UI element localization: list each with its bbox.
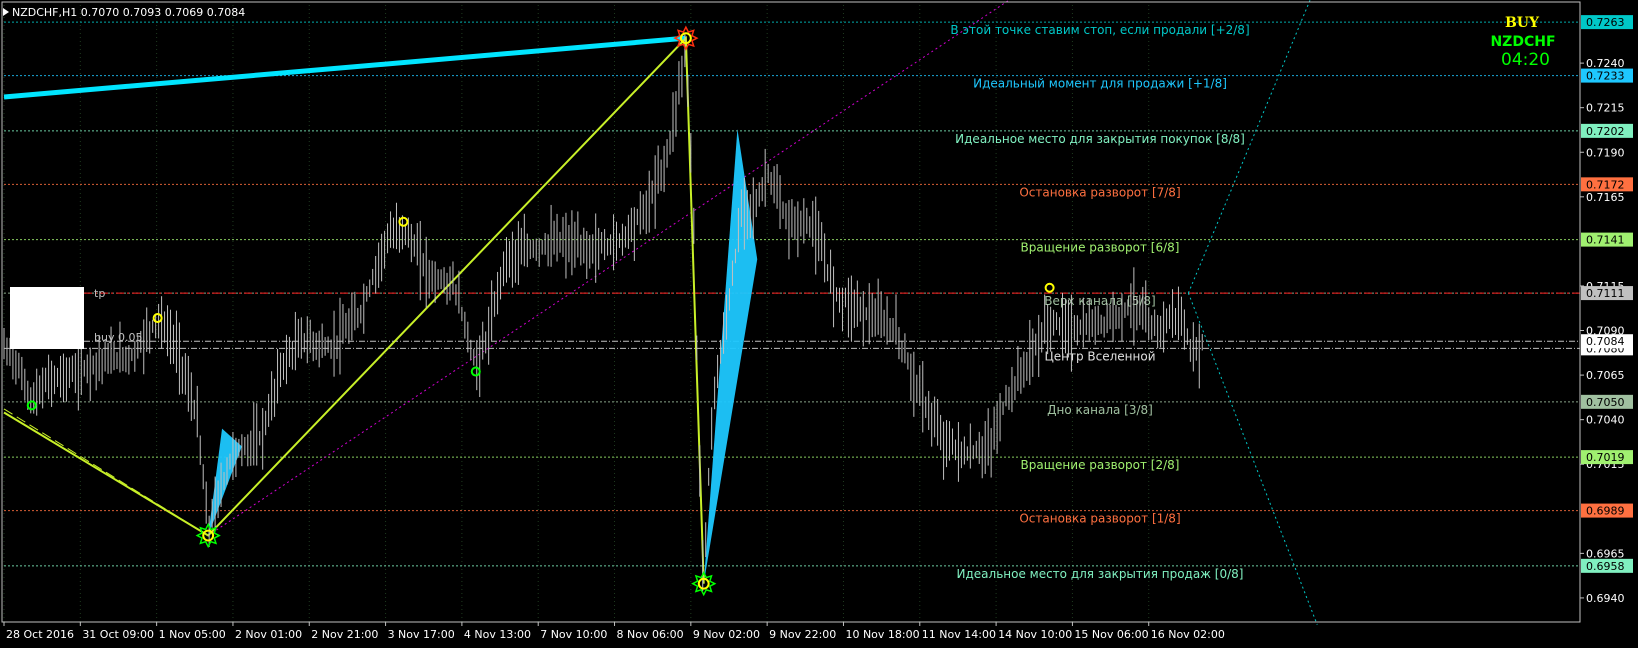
- price-tag-label: 0.7233: [1586, 70, 1625, 83]
- price-tag-label: 0.7263: [1586, 16, 1625, 29]
- y-tick-label: 0.7215: [1586, 102, 1625, 115]
- chart-title: NZDCHF,H1 0.7070 0.7093 0.7069 0.7084: [12, 6, 245, 19]
- murrey-level-text: Вращение разворот [6/8]: [1021, 241, 1180, 255]
- x-tick-label: 9 Nov 02:00: [693, 628, 760, 641]
- x-tick-label: 10 Nov 18:00: [845, 628, 919, 641]
- x-tick-label: 3 Nov 17:00: [388, 628, 455, 641]
- x-tick-label: 9 Nov 22:00: [769, 628, 836, 641]
- x-tick-label: 8 Nov 06:00: [617, 628, 684, 641]
- y-tick-label: 0.7240: [1586, 57, 1625, 70]
- x-tick-label: 7 Nov 10:00: [540, 628, 607, 641]
- signal-timer: 04:20: [1501, 50, 1550, 70]
- signal-action: BUY: [1505, 15, 1540, 31]
- x-tick-label: 16 Nov 02:00: [1151, 628, 1225, 641]
- signal-symbol: NZDCHF: [1490, 34, 1555, 50]
- x-tick-label: 11 Nov 14:00: [922, 628, 996, 641]
- price-tag-label: 0.7141: [1586, 234, 1625, 247]
- x-tick-label: 14 Nov 10:00: [998, 628, 1072, 641]
- murrey-level-text: Дно канала [3/8]: [1047, 403, 1153, 417]
- price-tag-label: 0.7172: [1586, 178, 1625, 191]
- murrey-level-text: Вращение разворот [2/8]: [1021, 458, 1180, 472]
- x-tick-label: 1 Nov 05:00: [159, 628, 226, 641]
- murrey-level-text: Идеальный момент для продажи [+1/8]: [973, 77, 1227, 91]
- x-tick-label: 28 Oct 2016: [6, 628, 74, 641]
- trade-panel-box: [10, 287, 84, 349]
- price-tag-label: 0.6958: [1586, 560, 1625, 573]
- y-tick-label: 0.6965: [1586, 547, 1625, 560]
- y-tick-label: 0.6940: [1586, 592, 1625, 605]
- murrey-level-text: Остановка разворот [1/8]: [1019, 512, 1180, 526]
- y-tick-label: 0.7165: [1586, 191, 1625, 204]
- x-tick-label: 4 Nov 13:00: [464, 628, 531, 641]
- x-tick-label: 31 Oct 09:00: [82, 628, 154, 641]
- murrey-level-text: Верх канала [5/8]: [1044, 294, 1155, 308]
- price-tag-label: 0.7202: [1586, 125, 1625, 138]
- y-tick-label: 0.7190: [1586, 146, 1625, 159]
- murrey-level-text: В этой точке ставим стоп, если продали […: [950, 23, 1249, 37]
- murrey-level-text: Центр Вселенной: [1044, 349, 1155, 363]
- current-price-label: 0.7084: [1586, 335, 1625, 348]
- x-tick-label: 15 Nov 06:00: [1074, 628, 1148, 641]
- y-tick-label: 0.7065: [1586, 369, 1625, 382]
- murrey-level-text: Идеальное место для закрытия продаж [0/8…: [957, 567, 1244, 581]
- price-tag-label: 0.7019: [1586, 451, 1625, 464]
- buy-order-label: buy 0.05: [94, 331, 142, 344]
- x-tick-label: 2 Nov 21:00: [311, 628, 378, 641]
- price-tag-label: 0.7111: [1586, 287, 1625, 300]
- price-tag-label: 0.6989: [1586, 505, 1625, 518]
- x-tick-label: 2 Nov 01:00: [235, 628, 302, 641]
- price-tag-label: 0.7050: [1586, 396, 1625, 409]
- tp-label: tp: [94, 287, 105, 300]
- y-tick-label: 0.7040: [1586, 414, 1625, 427]
- chart-background: [0, 0, 1638, 648]
- price-chart[interactable]: В этой точке ставим стоп, если продали […: [0, 0, 1638, 648]
- murrey-level-text: Остановка разворот [7/8]: [1019, 185, 1180, 199]
- murrey-level-text: Идеальное место для закрытия покупок [8/…: [955, 132, 1245, 146]
